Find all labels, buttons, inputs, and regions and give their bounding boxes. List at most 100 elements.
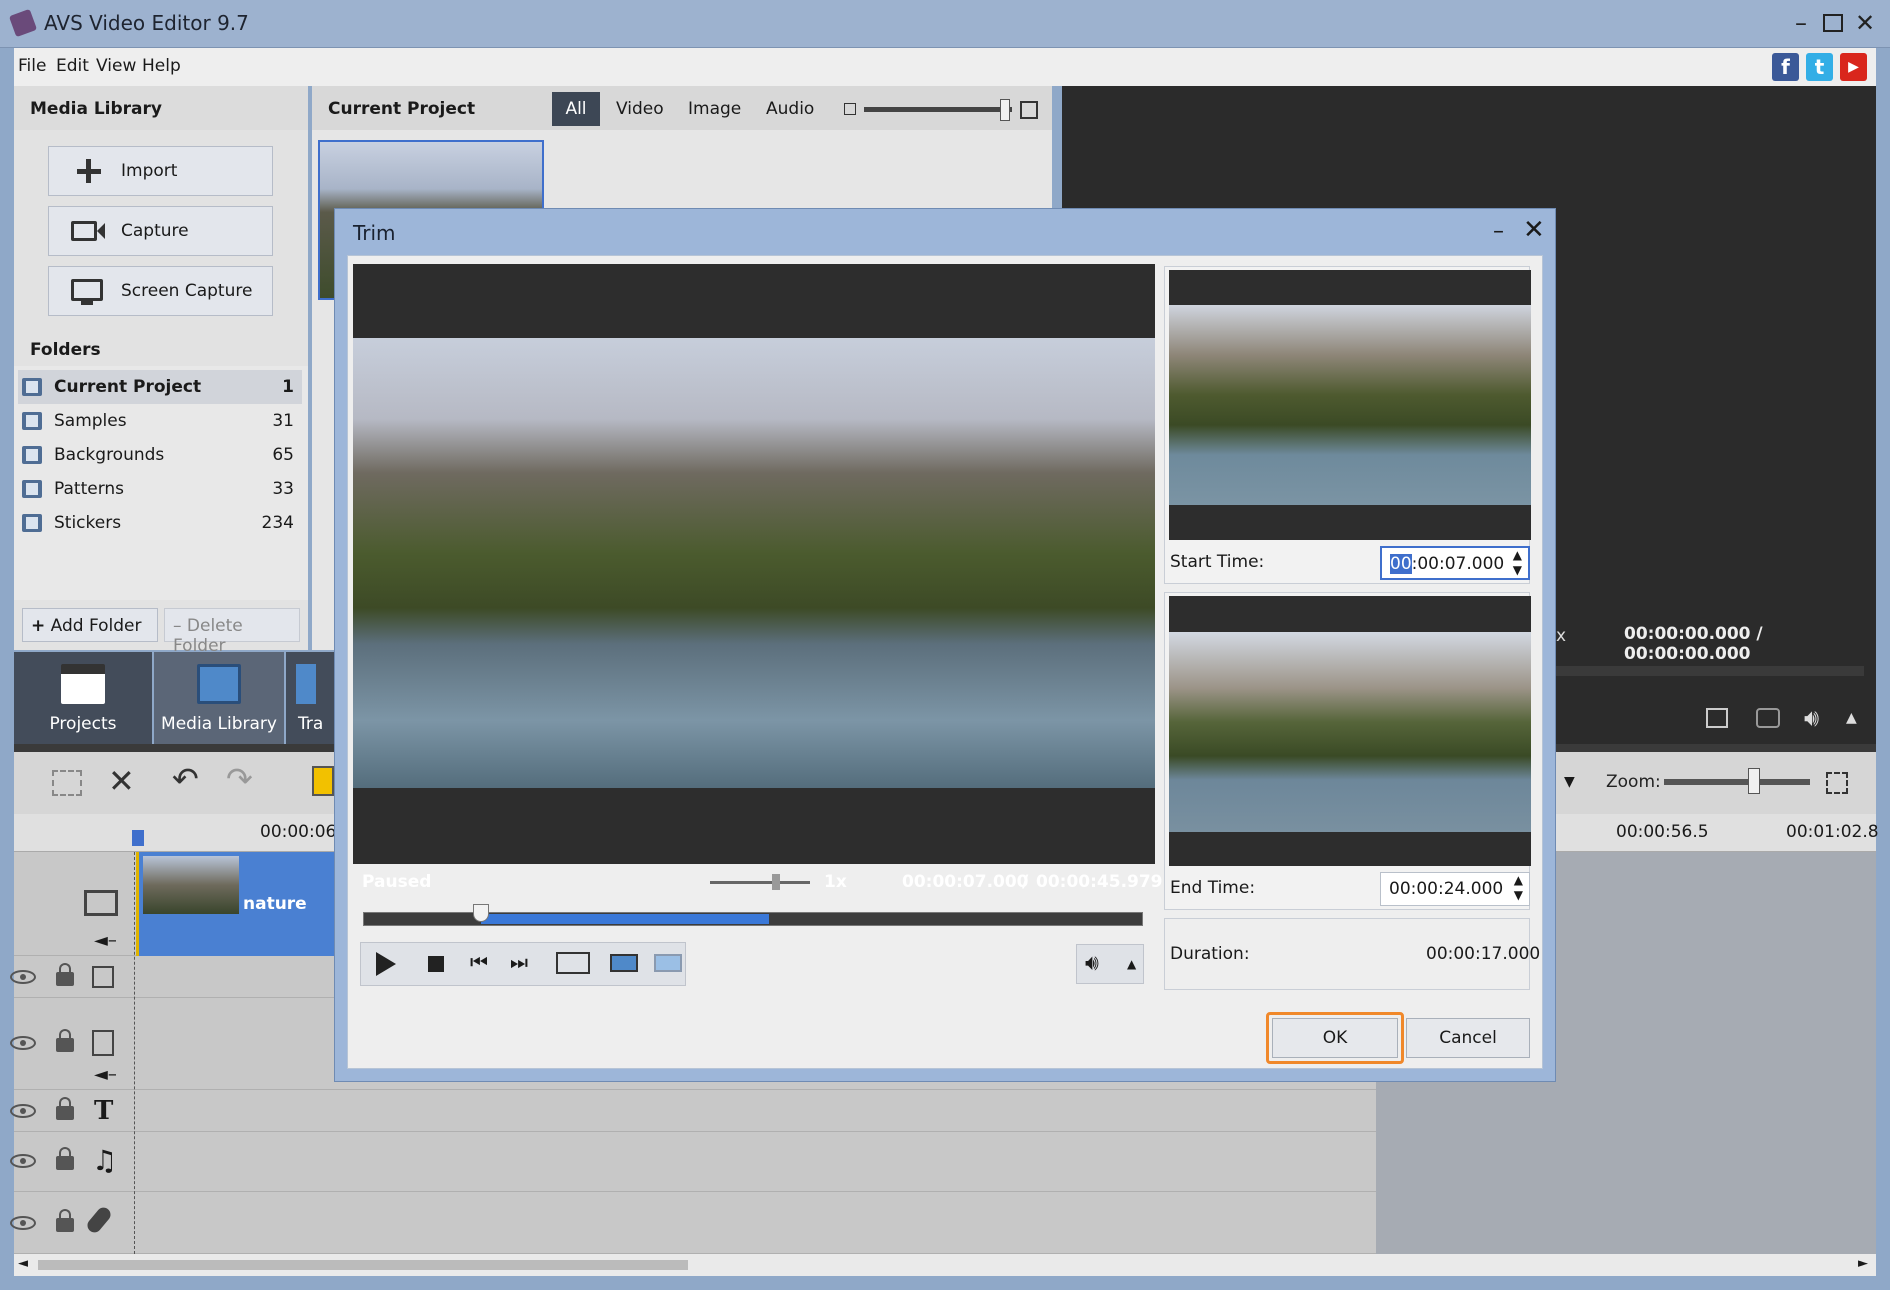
- folder-patterns[interactable]: Patterns 33: [18, 472, 302, 506]
- capture-button[interactable]: Capture: [48, 206, 273, 256]
- playhead-marker[interactable]: [132, 830, 144, 846]
- filter-video[interactable]: Video: [616, 99, 664, 119]
- dropdown-arrow-icon[interactable]: ▼: [1564, 774, 1575, 790]
- volume-arrow-icon: ▲: [1127, 957, 1137, 971]
- eye-icon[interactable]: [10, 1154, 36, 1168]
- effects-icon: [92, 966, 114, 988]
- speed-handle[interactable]: [772, 874, 780, 890]
- lock-icon[interactable]: [56, 1147, 74, 1170]
- fullscreen-icon[interactable]: [1706, 708, 1728, 728]
- start-time-field[interactable]: 00:00:07.000 ▲ ▼: [1380, 546, 1530, 580]
- tab-media-library[interactable]: Media Library: [154, 652, 284, 744]
- end-time-field[interactable]: 00:00:24.000 ▲ ▼: [1380, 872, 1530, 906]
- menu-bar: File Edit View Help: [14, 48, 1876, 86]
- zoom-fit-icon[interactable]: [1826, 772, 1848, 794]
- lock-icon[interactable]: [56, 1029, 74, 1052]
- monitor-icon: [69, 277, 105, 305]
- snapshot-icon[interactable]: [1756, 708, 1780, 728]
- overlay-icon: [92, 1030, 114, 1056]
- mute-audio-icon[interactable]: ◄–: [94, 1064, 117, 1085]
- menu-view[interactable]: View: [96, 56, 136, 76]
- start-time-spinner-icon[interactable]: ▲ ▼: [1513, 548, 1522, 578]
- ruler-time-2: 00:00:56.5: [1616, 822, 1709, 842]
- end-time-value: 00:00:24.000: [1389, 879, 1504, 899]
- filter-all[interactable]: All: [552, 92, 600, 126]
- eye-icon[interactable]: [10, 1036, 36, 1050]
- redo-icon[interactable]: ↷: [226, 760, 253, 798]
- trim-start-handle[interactable]: [473, 904, 490, 922]
- import-button[interactable]: Import: [48, 146, 273, 196]
- lock-icon[interactable]: [56, 1097, 74, 1120]
- stop-icon[interactable]: [428, 956, 444, 972]
- speed-slider[interactable]: [710, 881, 810, 884]
- cancel-button[interactable]: Cancel: [1406, 1018, 1530, 1058]
- zoom-handle[interactable]: [1748, 768, 1760, 794]
- close-icon[interactable]: ✕: [1850, 8, 1880, 38]
- dialog-close-icon[interactable]: ✕: [1523, 215, 1545, 245]
- delete-icon[interactable]: ✕: [108, 762, 135, 800]
- skip-start-icon[interactable]: ⏮︎: [470, 950, 488, 974]
- ok-button[interactable]: OK: [1272, 1018, 1398, 1058]
- youtube-icon[interactable]: ▶: [1840, 53, 1867, 81]
- eye-icon[interactable]: [10, 1216, 36, 1230]
- menu-file[interactable]: File: [18, 56, 46, 76]
- screen-capture-button[interactable]: Screen Capture: [48, 266, 273, 316]
- scroll-right-icon[interactable]: ►: [1858, 1256, 1868, 1271]
- playback-total: 00:00:45.979: [1036, 872, 1163, 892]
- folder-stickers[interactable]: Stickers 234: [18, 506, 302, 540]
- camera-icon: [69, 217, 105, 245]
- minus-icon: –: [173, 616, 182, 636]
- add-folder-button[interactable]: + Add Folder: [22, 608, 158, 642]
- zoom-slider[interactable]: [1664, 779, 1810, 785]
- facebook-icon[interactable]: f: [1772, 53, 1799, 81]
- trim-tool-icon[interactable]: [312, 766, 334, 796]
- folder-current-project[interactable]: Current Project 1: [18, 370, 302, 404]
- play-icon[interactable]: [376, 952, 396, 976]
- set-start-icon[interactable]: [610, 954, 638, 972]
- video-track-icon: [84, 890, 118, 916]
- timeline-clip-nature[interactable]: nature: [136, 852, 336, 956]
- clip-label: nature: [243, 894, 307, 914]
- ruler-time-3: 00:01:02.8: [1786, 822, 1879, 842]
- twitter-icon[interactable]: t: [1806, 53, 1833, 81]
- end-time-spinner-icon[interactable]: ▲ ▼: [1514, 873, 1523, 903]
- filter-audio[interactable]: Audio: [766, 99, 814, 119]
- minimize-icon[interactable]: –: [1786, 8, 1816, 38]
- lock-icon[interactable]: [56, 963, 74, 986]
- preview-progress[interactable]: [1556, 666, 1864, 676]
- folder-icon: [22, 514, 42, 532]
- storyboard-icon[interactable]: [52, 770, 82, 796]
- folder-icon: [22, 480, 42, 498]
- maximize-icon[interactable]: [1818, 8, 1848, 38]
- delete-folder-button[interactable]: – Delete Folder: [164, 608, 300, 656]
- dialog-minimize-icon[interactable]: –: [1493, 219, 1504, 244]
- film-library-icon: [197, 664, 241, 704]
- play-selection-icon[interactable]: [556, 952, 590, 974]
- tab-transitions[interactable]: Tra: [286, 652, 334, 744]
- volume-icon[interactable]: 🔊︎: [1804, 704, 1819, 732]
- trim-dialog-title: Trim: [353, 221, 396, 245]
- lock-icon[interactable]: [56, 1209, 74, 1232]
- menu-edit[interactable]: Edit: [56, 56, 89, 76]
- thumb-size-handle[interactable]: [1000, 99, 1010, 121]
- tab-projects[interactable]: Projects: [14, 652, 152, 744]
- skip-end-icon[interactable]: ⏭︎: [510, 950, 528, 974]
- speed-value: 1x: [824, 872, 847, 892]
- scroll-left-icon[interactable]: ◄: [18, 1256, 28, 1271]
- undo-icon[interactable]: ↶: [172, 760, 199, 798]
- text-icon: T: [94, 1096, 114, 1126]
- volume-arrow-icon[interactable]: ▲: [1846, 710, 1857, 726]
- scroll-thumb[interactable]: [38, 1260, 688, 1270]
- filter-image[interactable]: Image: [688, 99, 741, 119]
- set-end-icon[interactable]: [654, 954, 682, 972]
- eye-icon[interactable]: [10, 970, 36, 984]
- menu-help[interactable]: Help: [142, 56, 181, 76]
- trim-volume-button[interactable]: 🔊︎ ▲: [1076, 944, 1144, 984]
- duration-label: Duration:: [1170, 944, 1250, 964]
- folder-samples[interactable]: Samples 31: [18, 404, 302, 438]
- folder-backgrounds[interactable]: Backgrounds 65: [18, 438, 302, 472]
- mute-audio-icon[interactable]: ◄–: [94, 930, 117, 951]
- eye-icon[interactable]: [10, 1104, 36, 1118]
- ruler-time-1: 00:00:06.: [260, 822, 342, 842]
- thumb-size-slider[interactable]: [864, 107, 1012, 112]
